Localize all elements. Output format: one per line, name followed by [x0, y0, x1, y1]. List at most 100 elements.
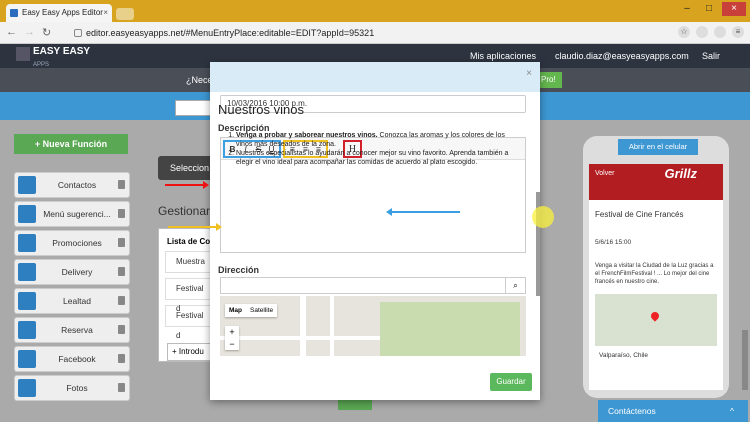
map-tab[interactable]: Map [225, 304, 246, 317]
band-input[interactable] [175, 100, 215, 116]
zoom-control: + − [225, 326, 239, 350]
map-pin-icon [649, 310, 661, 322]
open-in-phone-button[interactable]: Abrir en el celular [618, 139, 698, 155]
phone-text: Venga a visitar la Ciudad de la Luz grac… [595, 263, 714, 285]
zoom-out-button[interactable]: − [225, 338, 239, 350]
sidebar-item-delivery[interactable]: Delivery [14, 259, 130, 285]
sidebar-item-contactos[interactable]: Contactos [14, 172, 130, 198]
sidebar-item-label: Reserva [61, 325, 93, 335]
new-tab-button[interactable] [116, 8, 134, 20]
logo[interactable]: EASY EASY APPS [16, 47, 90, 70]
map-road [220, 336, 380, 340]
forward-icon[interactable]: → [24, 26, 35, 38]
close-window-button[interactable]: × [722, 2, 746, 16]
phone-date: 5/6/16 15:00 [595, 239, 632, 246]
trash-icon[interactable] [118, 383, 125, 392]
page-scrollbar[interactable] [742, 330, 748, 390]
modal-header: × [210, 62, 540, 92]
sidebar-item-label: Contactos [57, 180, 97, 190]
phone-banner: Volver Grillz [589, 164, 723, 200]
map-park [380, 302, 520, 356]
editor-list: Venga a probar y saborear nuestros vinos… [228, 131, 510, 167]
list-item[interactable]: Festival d [165, 305, 211, 340]
sidebar-item-label: Delivery [61, 267, 93, 277]
minimize-button[interactable]: – [678, 2, 696, 16]
phone-logo: Grillz [664, 166, 697, 181]
list-header: Lista de Co [167, 237, 211, 246]
introduce-button[interactable]: + Introdu [167, 343, 211, 361]
sidebar-item-reserva[interactable]: Reserva [14, 317, 130, 343]
trash-icon[interactable] [118, 267, 125, 276]
address-bar[interactable]: editor.easyeasyapps.net/#MenuEntryPlace:… [72, 25, 672, 41]
list-item[interactable]: Festival d [165, 278, 211, 313]
address-label: Dirección [218, 265, 260, 275]
address-text: editor.easyeasyapps.net/#MenuEntryPlace:… [86, 28, 375, 38]
sidebar-item-promociones[interactable]: Promociones [14, 230, 130, 256]
extension-icon[interactable] [696, 26, 708, 38]
sidebar-item-label: Promociones [52, 238, 102, 248]
sidebar-item-facebook[interactable]: Facebook [14, 346, 130, 372]
back-icon[interactable]: ← [6, 26, 17, 38]
trash-icon[interactable] [118, 325, 125, 334]
sidebar-item-fotos[interactable]: Fotos [14, 375, 130, 401]
my-apps-link[interactable]: Mis aplicaciones [470, 51, 536, 61]
chevron-up-icon[interactable]: ^ [730, 400, 734, 422]
reload-icon[interactable]: ↻ [42, 26, 51, 39]
browser-toolbar: ← → ↻ editor.easyeasyapps.net/#MenuEntry… [0, 22, 750, 44]
heart-icon [18, 292, 36, 310]
section-title: Gestionar [158, 204, 211, 218]
extension-icon[interactable] [714, 26, 726, 38]
trash-icon[interactable] [118, 296, 125, 305]
search-icon[interactable]: ⌕ [505, 278, 525, 293]
phone-back-link[interactable]: Volver [595, 170, 614, 177]
sidebar-item-lealtad[interactable]: Lealtad [14, 288, 130, 314]
satellite-tab[interactable]: Satellite [246, 304, 277, 317]
trash-icon[interactable] [118, 180, 125, 189]
zoom-in-button[interactable]: + [225, 326, 239, 338]
sidebar-item-label: Lealtad [63, 296, 91, 306]
tab-title: Easy Easy Apps Editor [22, 8, 103, 17]
home-icon [18, 176, 36, 194]
photo-icon [18, 379, 36, 397]
blue-arrow-icon [390, 211, 460, 213]
map-road [330, 296, 334, 356]
promo-text: ¿Nece [186, 75, 213, 85]
phone-preview: Abrir en el celular Volver Grillz Festiv… [583, 136, 729, 398]
logo-icon [16, 47, 30, 61]
address-input[interactable]: ⌕ [220, 277, 526, 294]
close-icon[interactable]: × [526, 68, 532, 79]
list-item-text: Nuestros especialistas lo ayudarán a con… [236, 150, 509, 166]
star-icon[interactable]: ☆ [678, 26, 690, 38]
sidebar-item-label: Menú sugerenci... [43, 209, 111, 219]
map-view[interactable]: Map Satellite + − [220, 296, 526, 356]
phone-screen: Volver Grillz Festival de Cine Francés 5… [589, 164, 723, 390]
list-item-bold: Venga a probar y saborear nuestros vinos… [236, 132, 378, 139]
browser-tab[interactable]: Easy Easy Apps Editor × [6, 4, 112, 22]
page-icon [74, 29, 82, 37]
share-icon [18, 350, 36, 368]
phone-title: Festival de Cine Francés [595, 210, 684, 219]
menu-icon[interactable]: ≡ [732, 26, 744, 38]
extension-icons: ☆ ≡ [678, 26, 744, 38]
contact-bar[interactable]: Contáctenos ^ [598, 400, 748, 422]
list-item[interactable]: Muestra [165, 251, 211, 273]
trash-icon[interactable] [118, 354, 125, 363]
logout-link[interactable]: Salir [702, 51, 720, 61]
save-button[interactable]: Guardar [490, 373, 532, 391]
user-email[interactable]: claudio.diaz@easyeasyapps.com [555, 51, 689, 61]
trash-icon[interactable] [118, 209, 125, 218]
maximize-button[interactable]: □ [700, 2, 718, 16]
select-tab[interactable]: Seleccion [158, 156, 214, 180]
list-item: Nuestros especialistas lo ayudarán a con… [236, 149, 510, 167]
sidebar-item-label: Fotos [66, 383, 88, 393]
phone-location: Valparaíso, Chile [599, 352, 649, 359]
new-function-button[interactable]: + Nueva Función [14, 134, 128, 154]
list-item: Venga a probar y saborear nuestros vinos… [236, 131, 510, 149]
sidebar-item-menu[interactable]: Menú sugerenci... [14, 201, 130, 227]
contact-label: Contáctenos [608, 406, 656, 416]
map-type-tabs: Map Satellite [225, 304, 278, 317]
tab-close-icon[interactable]: × [103, 4, 108, 22]
trash-icon[interactable] [118, 238, 125, 247]
calendar-icon [18, 321, 36, 339]
sidebar-item-label: Facebook [58, 354, 96, 364]
